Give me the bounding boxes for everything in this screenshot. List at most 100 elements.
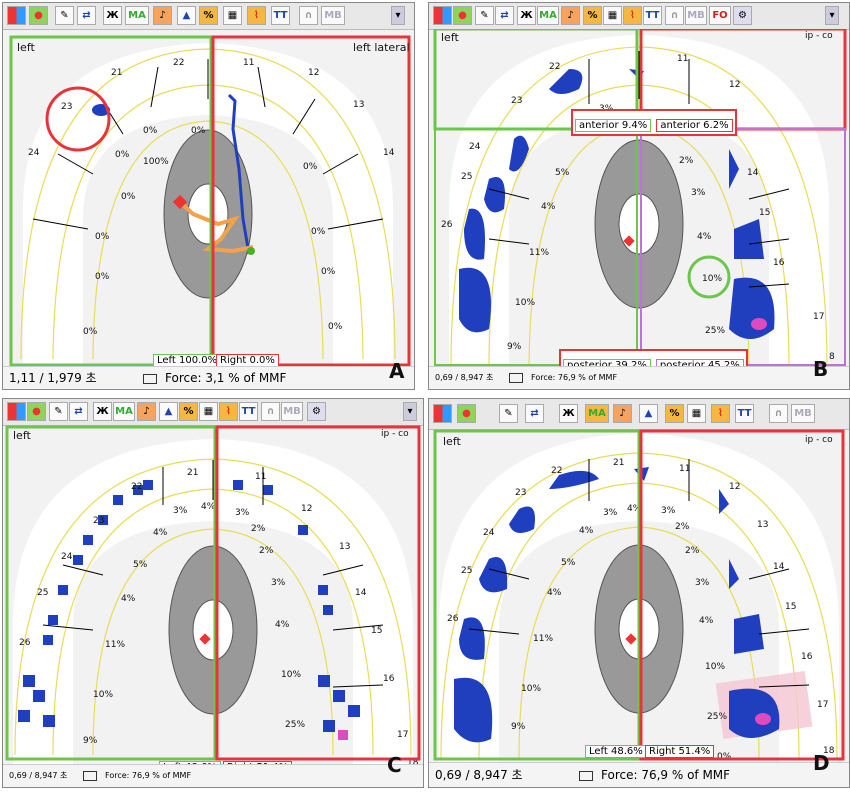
graph-icon[interactable]: ⌇ <box>623 6 642 25</box>
arch-icon[interactable]: Ж <box>517 6 536 25</box>
tooth-icon[interactable]: ♪ <box>561 6 580 25</box>
graph-icon[interactable]: ⌇ <box>711 404 730 423</box>
comb-icon[interactable]: ∩ <box>299 6 318 25</box>
percent-button[interactable]: % <box>199 6 218 25</box>
target-icon[interactable]: ● <box>457 404 476 423</box>
percent-label: 11% <box>105 640 125 650</box>
anterior-left-label: anterior 9.4% <box>575 119 652 132</box>
comb-icon[interactable]: ∩ <box>261 402 280 421</box>
grid-color-icon[interactable] <box>7 6 26 25</box>
comb-icon[interactable]: ∩ <box>665 6 684 25</box>
tt-icon[interactable]: TT <box>643 6 662 25</box>
tt-icon[interactable]: TT <box>239 402 258 421</box>
target-icon[interactable]: ● <box>27 402 46 421</box>
tooth-label: 22 <box>131 482 142 492</box>
force-swatch <box>579 770 593 781</box>
edit-icon[interactable]: ✎ <box>49 402 68 421</box>
percent-label: 3% <box>271 578 286 588</box>
scroll-down-icon[interactable]: ▾ <box>403 402 417 421</box>
percent-label: 0% <box>83 327 98 337</box>
tooth-label: 16 <box>801 652 813 662</box>
percent-label: 10% <box>281 670 301 680</box>
ma-button[interactable]: MA <box>125 6 149 25</box>
grid-color-icon[interactable] <box>433 404 452 423</box>
graph-icon[interactable]: ⌇ <box>219 402 238 421</box>
tooth-label: 26 <box>441 220 453 230</box>
tooth-label: 17 <box>817 700 828 710</box>
triangle-icon[interactable]: ▲ <box>639 404 658 423</box>
percent-label: 0% <box>95 232 110 242</box>
tooth-icon[interactable]: ♪ <box>613 404 632 423</box>
percent-label: 2% <box>251 524 266 534</box>
swap-icon[interactable]: ⇄ <box>69 402 88 421</box>
settings-icon[interactable]: ⚙ <box>733 6 752 25</box>
triangle-icon[interactable]: ▲ <box>177 6 196 25</box>
percent-label: 10% <box>515 298 535 308</box>
graph-icon[interactable]: ⌇ <box>247 6 266 25</box>
mb-button[interactable]: MB <box>281 402 303 421</box>
occlusion-canvas: 21 22 23 24 25 26 11 12 13 14 15 16 17 1… <box>429 429 849 787</box>
percent-button[interactable]: % <box>179 402 198 421</box>
percent-label: 3% <box>173 506 188 516</box>
arch-icon[interactable]: Ж <box>103 6 122 25</box>
right-percent-label: Right 51.4% <box>645 745 715 758</box>
percent-button[interactable]: % <box>665 404 684 423</box>
percent-label: 100% <box>143 157 169 167</box>
force-readout: Force: 3,1 % of MMF <box>165 371 287 385</box>
edit-icon[interactable]: ✎ <box>499 404 518 423</box>
tooth-label: 26 <box>19 638 31 648</box>
settings-icon[interactable]: ⚙ <box>307 402 326 421</box>
percent-label: 4% <box>697 232 712 242</box>
grid-icon[interactable]: ▦ <box>223 6 242 25</box>
percent-label: 10% <box>93 690 113 700</box>
tooth-label: 24 <box>28 148 40 158</box>
ma-button[interactable]: MA <box>537 6 559 25</box>
tooth-label: 17 <box>397 730 408 740</box>
target-icon[interactable]: ● <box>453 6 472 25</box>
tooth-label: 24 <box>469 142 481 152</box>
ma-button[interactable]: MA <box>113 402 135 421</box>
grid-icon[interactable]: ▦ <box>199 402 218 421</box>
swap-icon[interactable]: ⇄ <box>495 6 514 25</box>
arch-icon[interactable]: Ж <box>93 402 112 421</box>
force-swatch <box>143 373 157 384</box>
fo-button[interactable]: FO <box>709 6 731 25</box>
tooth-label: 24 <box>61 552 73 562</box>
mb-button[interactable]: MB <box>321 6 345 25</box>
arch-icon[interactable]: Ж <box>559 404 578 423</box>
edit-icon[interactable]: ✎ <box>475 6 494 25</box>
mb-button[interactable]: MB <box>685 6 707 25</box>
scroll-down-icon[interactable]: ▾ <box>391 6 405 25</box>
tooth-label: 11 <box>679 464 690 474</box>
grid-icon[interactable]: ▦ <box>687 404 706 423</box>
triangle-icon[interactable]: ▲ <box>159 402 178 421</box>
percent-label: 4% <box>699 616 714 626</box>
ma-button[interactable]: MA <box>585 404 609 423</box>
target-icon[interactable]: ● <box>29 6 48 25</box>
toolbar: ● ✎ ⇄ Ж MA ♪ ▲ % ▦ ⌇ TT ∩ MB <box>429 399 849 430</box>
tooth-label: 13 <box>757 520 768 530</box>
tooth-icon[interactable]: ♪ <box>153 6 172 25</box>
anterior-group: anterior 9.4% anterior 6.2% <box>571 109 737 136</box>
tooth-label: 17 <box>813 312 824 322</box>
mb-button[interactable]: MB <box>791 404 815 423</box>
scroll-down-icon[interactable]: ▾ <box>825 6 839 25</box>
edit-icon[interactable]: ✎ <box>55 6 74 25</box>
tooth-label: 13 <box>353 100 364 110</box>
grid-color-icon[interactable] <box>433 6 452 25</box>
percent-label: 2% <box>685 546 700 556</box>
tooth-label: 12 <box>729 482 740 492</box>
grid-color-icon[interactable] <box>7 402 26 421</box>
tooth-label: 15 <box>371 626 382 636</box>
left-side-label: left <box>443 435 461 448</box>
percent-button[interactable]: % <box>583 6 602 25</box>
tooth-icon[interactable]: ♪ <box>137 402 156 421</box>
swap-icon[interactable]: ⇄ <box>77 6 96 25</box>
comb-icon[interactable]: ∩ <box>769 404 788 423</box>
swap-icon[interactable]: ⇄ <box>525 404 544 423</box>
grid-icon[interactable]: ▦ <box>603 6 622 25</box>
tooth-label: 16 <box>383 674 395 684</box>
tt-icon[interactable]: TT <box>271 6 290 25</box>
panel-letter: B <box>813 357 829 381</box>
tt-icon[interactable]: TT <box>735 404 754 423</box>
